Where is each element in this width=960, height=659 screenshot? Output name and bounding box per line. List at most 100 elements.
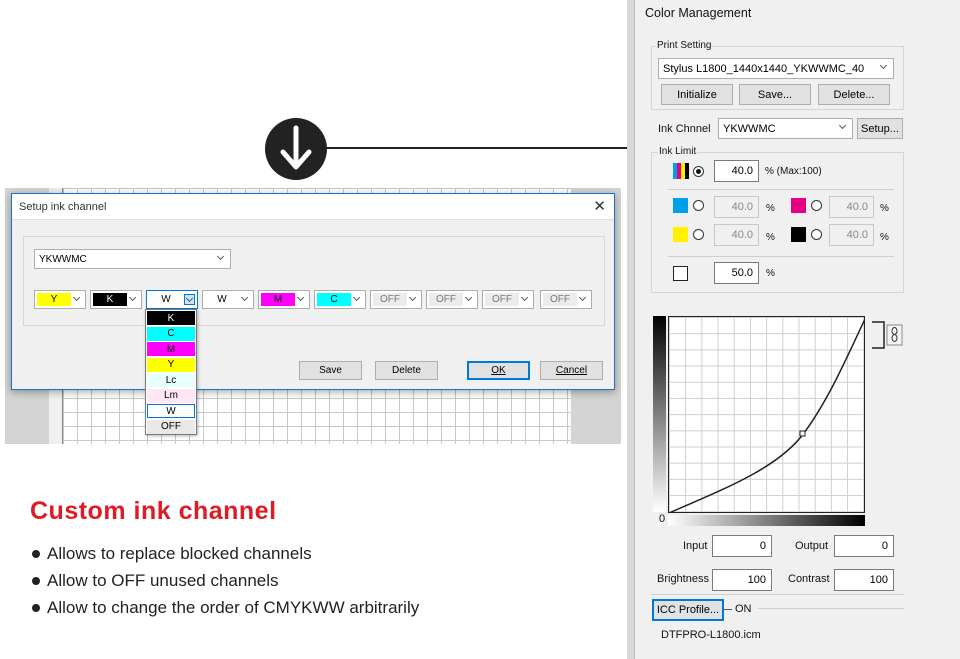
bullet-item: Allow to change the order of CMYKWW arbi… bbox=[32, 594, 419, 621]
total-limit-input[interactable]: 40.0 bbox=[714, 160, 759, 182]
channel-profile-select[interactable]: YKWWMC bbox=[34, 249, 231, 269]
bullet-text: Allow to change the order of CMYKWW arbi… bbox=[47, 597, 420, 617]
channel-select-10[interactable]: OFF bbox=[540, 290, 592, 309]
magenta-limit-radio[interactable] bbox=[811, 200, 822, 211]
initialize-button[interactable]: Initialize bbox=[661, 84, 733, 105]
bullet-text: Allow to OFF unused channels bbox=[47, 570, 279, 590]
channel-swatch: C bbox=[317, 293, 351, 306]
brightness-label: Brightness bbox=[657, 573, 709, 585]
tone-curve-graph[interactable] bbox=[668, 316, 865, 513]
input-value-field[interactable]: 0 bbox=[712, 535, 772, 557]
ink-limit-label: Ink Limit bbox=[658, 146, 698, 157]
channel-select-7[interactable]: OFF bbox=[370, 290, 422, 309]
channel-swatch: OFF bbox=[429, 293, 463, 306]
ok-button[interactable]: OK bbox=[467, 361, 530, 380]
channel-profile-value: YKWWMC bbox=[39, 253, 87, 265]
dialog-title: Setup ink channel bbox=[12, 194, 614, 220]
magenta-limit-input[interactable]: 40.0 bbox=[829, 196, 874, 218]
output-label: Output bbox=[795, 540, 829, 552]
bullet-dot-icon bbox=[32, 576, 40, 585]
panel-splitter[interactable] bbox=[627, 0, 635, 659]
icc-profile-button[interactable]: ICC Profile... bbox=[652, 599, 724, 621]
dropdown-option-w[interactable]: W bbox=[147, 404, 195, 418]
chevron-down-icon bbox=[520, 294, 531, 305]
channel-select-5[interactable]: M bbox=[258, 290, 310, 309]
print-setting-label: Print Setting bbox=[656, 40, 713, 51]
save-button[interactable]: Save bbox=[299, 361, 362, 380]
white-unit: % bbox=[766, 268, 775, 279]
dropdown-option-m[interactable]: M bbox=[147, 342, 195, 356]
channel-select-1[interactable]: Y bbox=[34, 290, 86, 309]
divider bbox=[668, 189, 894, 190]
chevron-down-icon bbox=[352, 294, 363, 305]
output-gradient-bar bbox=[653, 316, 666, 512]
icc-state: ON bbox=[735, 603, 752, 615]
divider bbox=[668, 256, 894, 257]
white-swatch-icon bbox=[673, 266, 688, 281]
cancel-button[interactable]: Cancel bbox=[540, 361, 603, 380]
total-limit-unit: % (Max:100) bbox=[765, 166, 822, 177]
black-limit-radio[interactable] bbox=[811, 229, 822, 240]
channel-swatch: M bbox=[261, 293, 295, 306]
input-label: Input bbox=[683, 540, 708, 552]
dropdown-option-lc[interactable]: Lc bbox=[147, 373, 195, 387]
contrast-field[interactable]: 100 bbox=[834, 569, 894, 591]
output-value-field[interactable]: 0 bbox=[834, 535, 894, 557]
dropdown-option-off[interactable]: OFF bbox=[147, 419, 195, 434]
curve-control-point[interactable] bbox=[799, 430, 806, 437]
ink-channel-select[interactable]: YKWWMC bbox=[718, 118, 853, 139]
yellow-limit-input[interactable]: 40.0 bbox=[714, 224, 759, 246]
brightness-field[interactable]: 100 bbox=[712, 569, 772, 591]
channel-select-9[interactable]: OFF bbox=[482, 290, 534, 309]
channel-select-4[interactable]: W bbox=[202, 290, 254, 309]
tone-curve bbox=[669, 319, 864, 512]
cyan-limit-input[interactable]: 40.0 bbox=[714, 196, 759, 218]
setup-ink-channel-dialog: Setup ink channel ✕ YKWWMC Y K W W M C OFF OFF O… bbox=[11, 193, 615, 390]
cyan-limit-radio[interactable] bbox=[693, 200, 704, 211]
channel-swatch: W bbox=[149, 293, 183, 306]
delete-button[interactable]: Delete bbox=[375, 361, 438, 380]
total-limit-radio[interactable] bbox=[693, 166, 704, 177]
callout-arrow-badge bbox=[265, 118, 327, 180]
channel-swatch: W bbox=[205, 293, 239, 306]
save-setting-button[interactable]: Save... bbox=[739, 84, 811, 105]
yellow-unit: % bbox=[766, 232, 775, 243]
delete-setting-button[interactable]: Delete... bbox=[818, 84, 890, 105]
yellow-limit-radio[interactable] bbox=[693, 229, 704, 240]
bullet-dot-icon bbox=[32, 549, 40, 558]
chevron-down-icon bbox=[464, 294, 475, 305]
channel-select-2[interactable]: K bbox=[90, 290, 142, 309]
chevron-down-icon bbox=[838, 122, 849, 133]
cyan-swatch-icon bbox=[673, 198, 688, 213]
channel-select-8[interactable]: OFF bbox=[426, 290, 478, 309]
bullet-text: Allows to replace blocked channels bbox=[47, 543, 312, 563]
input-gradient-bar bbox=[668, 515, 865, 526]
link-toggle-icon[interactable] bbox=[870, 320, 904, 350]
white-limit-input[interactable]: 50.0 bbox=[714, 262, 759, 284]
channel-swatch: OFF bbox=[485, 293, 519, 306]
print-setting-select[interactable]: Stylus L1800_1440x1440_YKWWMC_40 bbox=[658, 58, 894, 79]
dropdown-option-k[interactable]: K bbox=[147, 311, 195, 325]
ink-channel-label: Ink Chnnel bbox=[658, 123, 711, 135]
cyan-unit: % bbox=[766, 203, 775, 214]
chevron-down-icon bbox=[879, 62, 890, 73]
chevron-down-icon bbox=[408, 294, 419, 305]
dropdown-option-c[interactable]: C bbox=[147, 326, 195, 341]
channel-swatch: OFF bbox=[543, 293, 577, 306]
dropdown-option-y[interactable]: Y bbox=[147, 357, 195, 372]
channel-dropdown-list: K C M Y Lc Lm W OFF bbox=[145, 309, 197, 435]
channel-select-6[interactable]: C bbox=[314, 290, 366, 309]
black-unit: % bbox=[880, 232, 889, 243]
feature-bullet-list: Allows to replace blocked channels Allow… bbox=[32, 540, 419, 621]
icc-filename: DTFPRO-L1800.icm bbox=[661, 629, 761, 641]
chevron-down-icon bbox=[240, 294, 251, 305]
channel-swatch: OFF bbox=[373, 293, 407, 306]
chevron-down-icon bbox=[184, 294, 195, 305]
black-limit-input[interactable]: 40.0 bbox=[829, 224, 874, 246]
close-icon[interactable]: ✕ bbox=[593, 197, 606, 215]
dropdown-option-lm[interactable]: Lm bbox=[147, 388, 195, 403]
ink-channel-setup-button[interactable]: Setup... bbox=[857, 118, 903, 139]
chevron-down-icon bbox=[578, 294, 589, 305]
channel-select-3[interactable]: W bbox=[146, 290, 198, 309]
chevron-down-icon bbox=[128, 294, 139, 305]
